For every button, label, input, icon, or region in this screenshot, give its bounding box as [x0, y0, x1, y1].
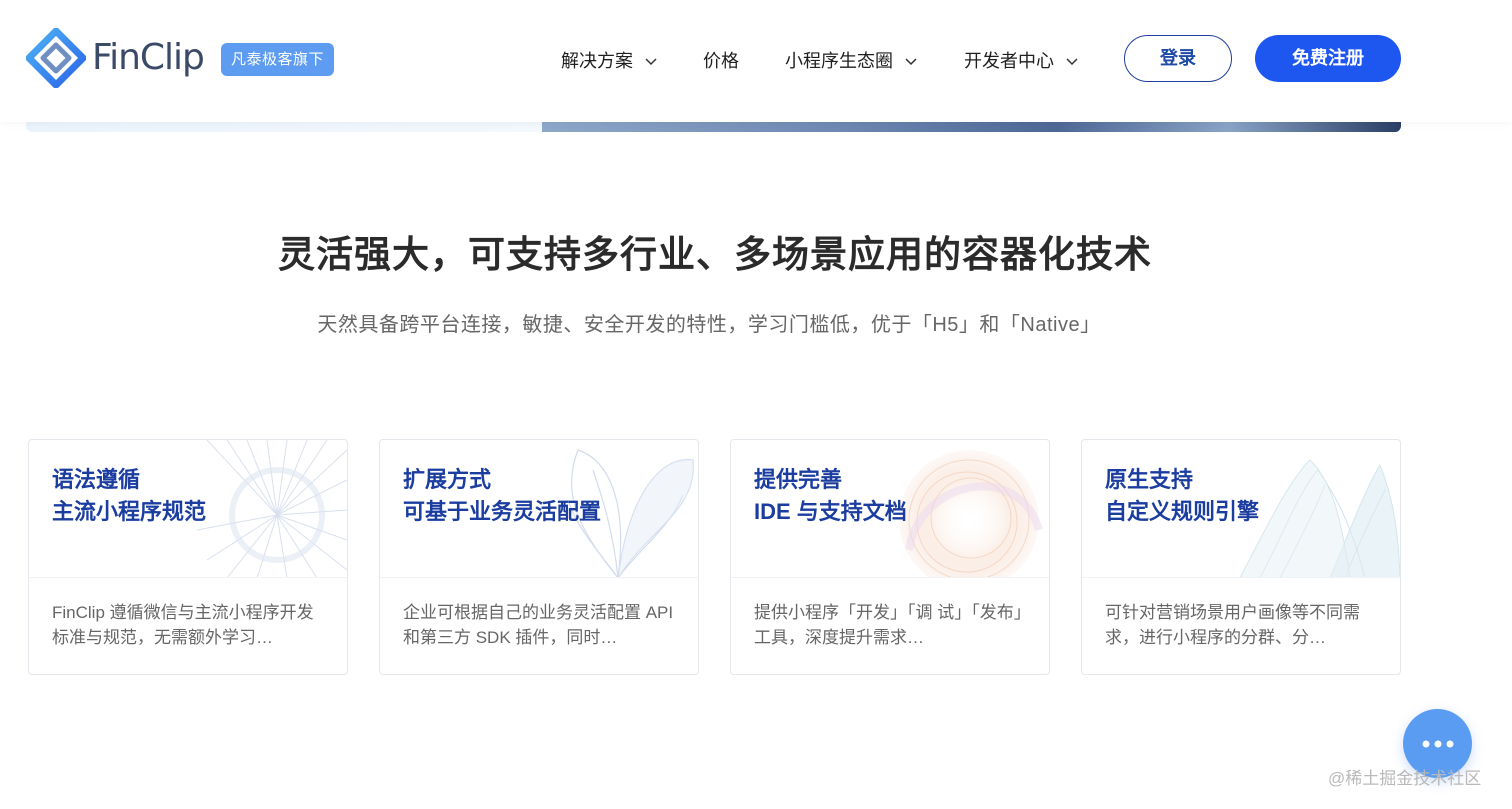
card-title-line1: 语法遵循 — [52, 467, 141, 492]
card-title-line2: 主流小程序规范 — [52, 499, 207, 524]
watermark: @稀土掘金技术社区 — [1328, 769, 1482, 788]
card-title-line2: 可基于业务灵活配置 — [403, 499, 602, 524]
chevron-down-icon — [905, 50, 917, 71]
card-divider — [29, 577, 347, 578]
logo-text: FinClip — [92, 37, 205, 78]
card-title-line2: IDE 与支持文档 — [754, 499, 907, 524]
card-title: 语法遵循 主流小程序规范 — [52, 464, 206, 528]
finclip-logo[interactable]: FinClip — [26, 28, 205, 88]
feature-card-ide[interactable]: 提供完善 IDE 与支持文档 提供小程序「开发」「调 试」「发布」工具，深度提升… — [730, 439, 1050, 675]
card-title: 扩展方式 可基于业务灵活配置 — [403, 464, 601, 528]
card-title: 提供完善 IDE 与支持文档 — [754, 464, 907, 528]
register-button[interactable]: 免费注册 — [1255, 35, 1401, 82]
card-description: 企业可根据自己的业务灵活配置 API 和第三方 SDK 插件，同时… — [403, 603, 674, 647]
login-button[interactable]: 登录 — [1124, 35, 1232, 82]
card-description: 可针对营销场景用户画像等不同需求，进行小程序的分群、分… — [1105, 603, 1360, 647]
card-divider — [731, 577, 1049, 578]
card-title-line1: 提供完善 — [754, 467, 843, 492]
card-divider — [1082, 577, 1400, 578]
section-subtitle: 天然具备跨平台连接，敏捷、安全开发的特性，学习门槛低，优于「H5」和「Nativ… — [317, 314, 1101, 336]
card-description: FinClip 遵循微信与主流小程序开发标准与规范，无需额外学习… — [52, 603, 314, 647]
card-title-line1: 原生支持 — [1105, 467, 1194, 492]
nav-item-ecosystem[interactable]: 小程序生态圈 — [785, 40, 917, 80]
nav-item-solutions[interactable]: 解决方案 — [561, 40, 657, 80]
finclip-logo-icon — [26, 28, 86, 88]
nav-item-developer-center[interactable]: 开发者中心 — [964, 40, 1078, 80]
card-divider — [380, 577, 698, 578]
feature-card-syntax[interactable]: 语法遵循 主流小程序规范 FinClip 遵循微信与主流小程序开发标准与规范，无… — [28, 439, 348, 675]
chevron-down-icon — [1066, 50, 1078, 71]
chevron-down-icon — [645, 50, 657, 71]
more-dots-icon — [1422, 740, 1453, 747]
card-title-line2: 自定义规则引擎 — [1105, 499, 1260, 524]
nav-item-pricing[interactable]: 价格 — [703, 40, 739, 80]
brand-tag: 凡泰极客旗下 — [221, 43, 334, 76]
feature-card-rules-engine[interactable]: 原生支持 自定义规则引擎 可针对营销场景用户画像等不同需求，进行小程序的分群、分… — [1081, 439, 1401, 675]
nav-label: 解决方案 — [561, 51, 633, 71]
site-header: FinClip 凡泰极客旗下 解决方案 价格 小程序生态圈 开发者中心 登录 免… — [0, 0, 1512, 122]
card-description: 提供小程序「开发」「调 试」「发布」工具，深度提升需求… — [754, 603, 1023, 647]
nav-label: 开发者中心 — [964, 51, 1054, 71]
section-title: 灵活强大，可支持多行业、多场景应用的容器化技术 — [278, 234, 1152, 275]
card-title-line1: 扩展方式 — [403, 467, 492, 492]
nav-label: 价格 — [703, 51, 739, 71]
card-title: 原生支持 自定义规则引擎 — [1105, 464, 1259, 528]
nav-label: 小程序生态圈 — [785, 51, 893, 71]
feature-card-extension[interactable]: 扩展方式 可基于业务灵活配置 企业可根据自己的业务灵活配置 API 和第三方 S… — [379, 439, 699, 675]
